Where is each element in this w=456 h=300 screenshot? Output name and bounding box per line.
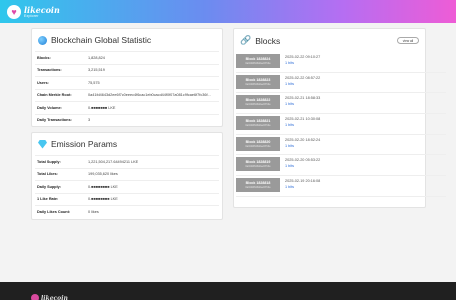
emission-title: Emission Params bbox=[38, 139, 117, 149]
block-hash: 0a41fd4643d2ee6f7c0e bbox=[245, 62, 271, 65]
link-icon: 🔗 bbox=[240, 35, 252, 45]
emission-row: Daily Likes Count: 0 likes bbox=[35, 205, 219, 218]
statistic-row: Daily Volume: 0.■■■■■■■ LKE bbox=[35, 101, 219, 114]
block-badge[interactable]: Block 1828823 0a41fd4643d2ee6f7c0e bbox=[236, 74, 280, 89]
brand-logo[interactable]: ♥ likecoin Explorer bbox=[7, 4, 60, 20]
row-value: 3 bbox=[88, 118, 91, 123]
emission-row: 1 Like Rate: 0.■■■■■■■■ LKE bbox=[35, 192, 219, 206]
block-badge[interactable]: Block 1828819 0a41fd4643d2ee6f7c0e bbox=[236, 157, 280, 172]
block-badge[interactable]: Block 1828820 0a41fd4643d2ee6f7c0e bbox=[236, 136, 280, 151]
blocks-title-text: Blocks bbox=[255, 35, 281, 46]
emission-row: Total Likes: 199,035,620 likes bbox=[35, 167, 219, 181]
row-label: Chain Merkle Root: bbox=[37, 93, 72, 98]
row-value: 3,215,519 bbox=[88, 68, 105, 73]
statistic-row: Users: 75,575 bbox=[35, 76, 219, 89]
footer-brand-name: likecoin bbox=[41, 294, 68, 300]
row-value: 1,221,504,217.64494211 LKE bbox=[88, 159, 139, 164]
block-hash: 0a41fd4643d2ee6f7c0e bbox=[245, 165, 271, 169]
block-hash: 0a41fd4643d2ee6f7c0e bbox=[245, 82, 271, 86]
statistic-row: Chain Merkle Root: 0a41fd4643d2ee6f7c0eee… bbox=[35, 88, 219, 102]
blocks-list: Block 1828824 0a41fd4643d2ee6f7c0e 2025-0… bbox=[236, 52, 446, 200]
brand-name: likecoin bbox=[24, 5, 60, 15]
statistic-list: Blocks: 1,828,824 Transactions: 3,215,519 … bbox=[35, 51, 219, 126]
top-navigation-bar: ♥ likecoin Explorer bbox=[0, 0, 456, 23]
row-value: 0 likes bbox=[88, 209, 99, 214]
block-likes-link[interactable]: 1 bits bbox=[285, 185, 294, 189]
heart-logo-icon: ♥ bbox=[7, 5, 21, 19]
block-likes-link[interactable]: 1 bits bbox=[285, 102, 294, 106]
block-item[interactable]: Block 1828821 0a41fd4643d2ee6f7c0e 2025-0… bbox=[236, 114, 446, 135]
globe-icon bbox=[38, 35, 47, 45]
block-badge[interactable]: Block 1828822 0a41fd4643d2ee6f7c0e bbox=[236, 95, 280, 110]
block-date: 2025-02-20 05:53:22 bbox=[285, 158, 321, 163]
row-label: Blocks: bbox=[37, 55, 51, 60]
block-badge[interactable]: Block 1828824 0a41fd4643d2ee6f7c0e bbox=[236, 54, 280, 68]
row-label: Total Likes: bbox=[37, 172, 58, 177]
heart-logo-icon bbox=[31, 294, 39, 300]
block-date: 2025-02-20 18:52:24 bbox=[285, 137, 321, 142]
emission-title-text: Emission Params bbox=[51, 139, 118, 149]
row-label: Daily Supply: bbox=[37, 184, 62, 189]
view-all-button[interactable]: view all bbox=[397, 37, 419, 44]
row-value: 1,828,824 bbox=[88, 55, 105, 60]
statistic-row: Blocks: 1,828,824 bbox=[35, 51, 219, 64]
blocks-title: 🔗 Blocks bbox=[240, 35, 280, 46]
statistic-title: Blockchain Global Statistic bbox=[38, 35, 151, 45]
row-value: 0.■■■■■■■ LKE bbox=[88, 105, 116, 110]
block-hash: 0a41fd4643d2ee6f7c0e bbox=[245, 186, 271, 190]
block-hash: 0a41fd4643d2ee6f7c0e bbox=[245, 124, 271, 128]
row-label: Daily Transactions: bbox=[37, 118, 72, 123]
row-label: Total Supply: bbox=[37, 159, 61, 164]
block-date: 2025-02-21 18:58:33 bbox=[285, 96, 321, 101]
row-label: Daily Volume: bbox=[37, 105, 62, 110]
block-date: 2025-02-21 10:30:08 bbox=[285, 117, 321, 122]
row-label: Transactions: bbox=[37, 68, 62, 73]
statistic-row: Transactions: 3,215,519 bbox=[35, 63, 219, 77]
block-item[interactable]: Block 1828822 0a41fd4643d2ee6f7c0e 2025-0… bbox=[236, 93, 446, 115]
emission-list: Total Supply: 1,221,504,217.64494211 LKE … bbox=[35, 155, 219, 218]
block-hash: 0a41fd4643d2ee6f7c0e bbox=[245, 144, 271, 148]
block-item[interactable]: Block 1828824 0a41fd4643d2ee6f7c0e 2025-0… bbox=[236, 52, 446, 73]
row-value: 75,575 bbox=[88, 80, 100, 85]
block-item[interactable]: Block 1828820 0a41fd4643d2ee6f7c0e 2025-0… bbox=[236, 135, 446, 156]
footer: likecoin bbox=[0, 282, 456, 300]
statistic-row: Daily Transactions: 3 bbox=[35, 113, 219, 127]
row-value: 0.■■■■■■■■ LKE bbox=[88, 184, 118, 189]
block-likes-link[interactable]: 1 bits bbox=[285, 82, 294, 86]
block-likes-link[interactable]: 1 bits bbox=[285, 61, 294, 65]
statistic-title-text: Blockchain Global Statistic bbox=[51, 35, 152, 45]
block-date: 2025-02-19 20:16:08 bbox=[285, 179, 321, 184]
row-value: 0a41fd4643d2ee6f7c0eeec4f6cac1eb0cacd44f… bbox=[88, 93, 211, 98]
block-item[interactable]: Block 1828818 0a41fd4643d2ee6f7c0e 2025-0… bbox=[236, 176, 446, 197]
row-label: Users: bbox=[37, 80, 49, 85]
block-item[interactable]: Block 1828823 0a41fd4643d2ee6f7c0e 2025-0… bbox=[236, 73, 446, 94]
emission-row: Daily Supply: 0.■■■■■■■■ LKE bbox=[35, 180, 219, 193]
row-value: 199,035,620 likes bbox=[88, 172, 118, 177]
emission-row: Total Supply: 1,221,504,217.64494211 LKE bbox=[35, 155, 219, 168]
block-likes-link[interactable]: 1 bits bbox=[285, 164, 294, 168]
block-date: 2025-02-22 09:10:27 bbox=[285, 55, 321, 59]
row-value: 0.■■■■■■■■ LKE bbox=[88, 197, 118, 202]
row-label: Daily Likes Count: bbox=[37, 209, 71, 214]
emission-params-card: Emission Params Total Supply: 1,221,504,2… bbox=[31, 132, 223, 220]
block-item[interactable]: Block 1828819 0a41fd4643d2ee6f7c0e 2025-0… bbox=[236, 155, 446, 177]
row-label: 1 Like Rate: bbox=[37, 197, 59, 202]
block-likes-link[interactable]: 1 bits bbox=[285, 144, 294, 148]
block-hash: 0a41fd4643d2ee6f7c0e bbox=[245, 103, 271, 107]
block-badge[interactable]: Block 1828821 0a41fd4643d2ee6f7c0e bbox=[236, 116, 280, 131]
block-badge[interactable]: Block 1828818 0a41fd4643d2ee6f7c0e bbox=[236, 178, 280, 193]
brand-tagline: Explorer bbox=[24, 14, 39, 18]
block-likes-link[interactable]: 1 bits bbox=[285, 123, 294, 127]
diamond-icon bbox=[38, 139, 47, 149]
block-date: 2025-02-22 08:57:22 bbox=[285, 75, 321, 80]
blockchain-statistic-card: Blockchain Global Statistic Blocks: 1,828… bbox=[31, 28, 223, 127]
footer-logo[interactable]: likecoin bbox=[31, 294, 68, 300]
